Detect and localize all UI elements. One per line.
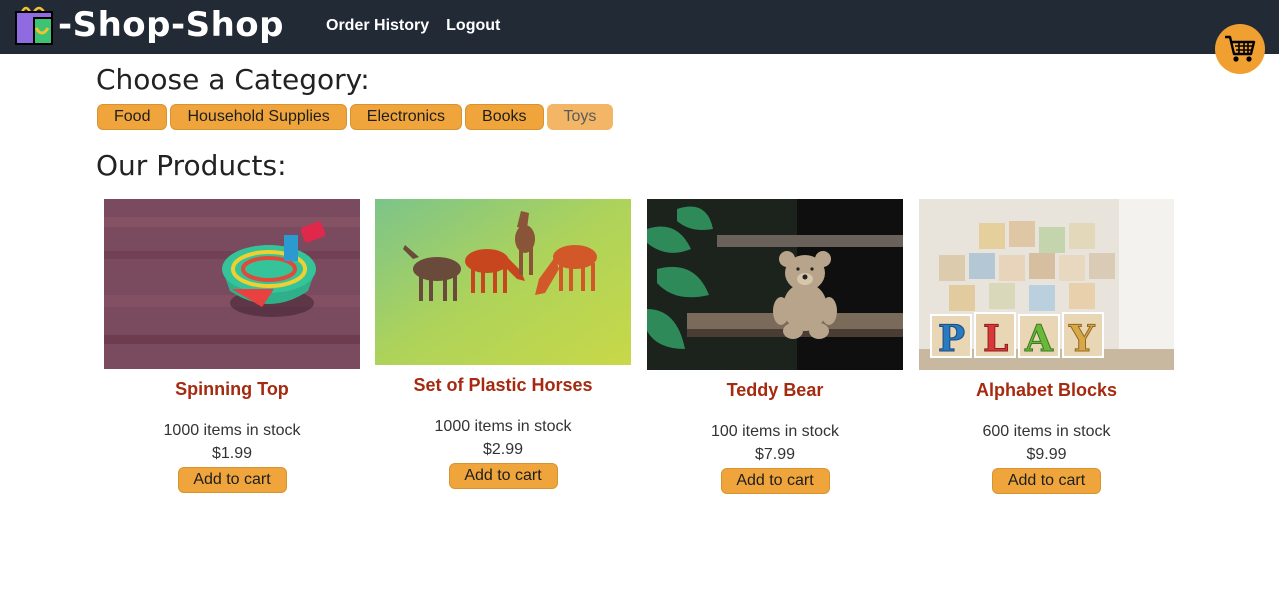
product-card: Teddy Bear 100 items in stock $7.99 Add … <box>647 199 903 494</box>
category-button-toys[interactable]: Toys <box>546 104 614 130</box>
product-name[interactable]: Spinning Top <box>104 378 360 400</box>
product-image-spinning-top[interactable] <box>104 199 360 369</box>
product-price: $9.99 <box>1026 446 1067 463</box>
product-card: P L A Y Alphabet Blocks 600 items in sto… <box>919 199 1174 494</box>
add-to-cart-button[interactable]: Add to cart <box>177 467 287 493</box>
shopping-cart-icon <box>1225 35 1256 62</box>
product-price: $2.99 <box>482 441 524 458</box>
svg-text:Y: Y <box>1068 318 1096 360</box>
product-stock: 100 items in stock <box>710 423 840 440</box>
shopping-bag-logo-icon[interactable] <box>12 4 56 48</box>
product-stock: 1000 items in stock <box>434 418 572 435</box>
nav-logout-link[interactable]: Logout <box>446 16 500 36</box>
category-button-household-supplies[interactable]: Household Supplies <box>170 104 347 130</box>
products-heading: Our Products: <box>96 149 287 182</box>
category-list: Food Household Supplies Electronics Book… <box>97 104 614 130</box>
svg-text:A: A <box>1024 318 1054 360</box>
product-name[interactable]: Set of Plastic Horses <box>375 374 631 396</box>
category-button-electronics[interactable]: Electronics <box>349 104 463 130</box>
product-name[interactable]: Teddy Bear <box>647 379 903 401</box>
product-image-teddy-bear[interactable] <box>647 199 903 370</box>
product-price: $1.99 <box>211 445 253 462</box>
add-to-cart-button[interactable]: Add to cart <box>720 468 830 494</box>
main-nav: Order History Logout <box>326 16 500 36</box>
product-card: Spinning Top 1000 items in stock $1.99 A… <box>104 199 360 493</box>
cart-button[interactable] <box>1215 24 1265 74</box>
category-heading: Choose a Category: <box>96 63 370 96</box>
category-button-books[interactable]: Books <box>465 104 544 130</box>
brand-title[interactable]: -Shop-Shop <box>58 3 284 47</box>
top-navbar: -Shop-Shop Order History Logout <box>0 0 1279 54</box>
add-to-cart-button[interactable]: Add to cart <box>992 468 1101 494</box>
product-stock: 1000 items in stock <box>163 422 301 439</box>
category-button-food[interactable]: Food <box>97 104 168 130</box>
product-image-alphabet-blocks[interactable]: P L A Y <box>919 199 1174 370</box>
svg-text:P: P <box>938 318 965 360</box>
add-to-cart-button[interactable]: Add to cart <box>448 463 558 489</box>
product-stock: 600 items in stock <box>982 423 1111 440</box>
svg-text:L: L <box>983 318 1008 360</box>
nav-order-history-link[interactable]: Order History <box>326 16 429 36</box>
product-card: Set of Plastic Horses 1000 items in stoc… <box>375 199 631 489</box>
product-image-plastic-horses[interactable] <box>375 199 631 365</box>
product-price: $7.99 <box>754 446 796 463</box>
product-name[interactable]: Alphabet Blocks <box>919 379 1174 401</box>
